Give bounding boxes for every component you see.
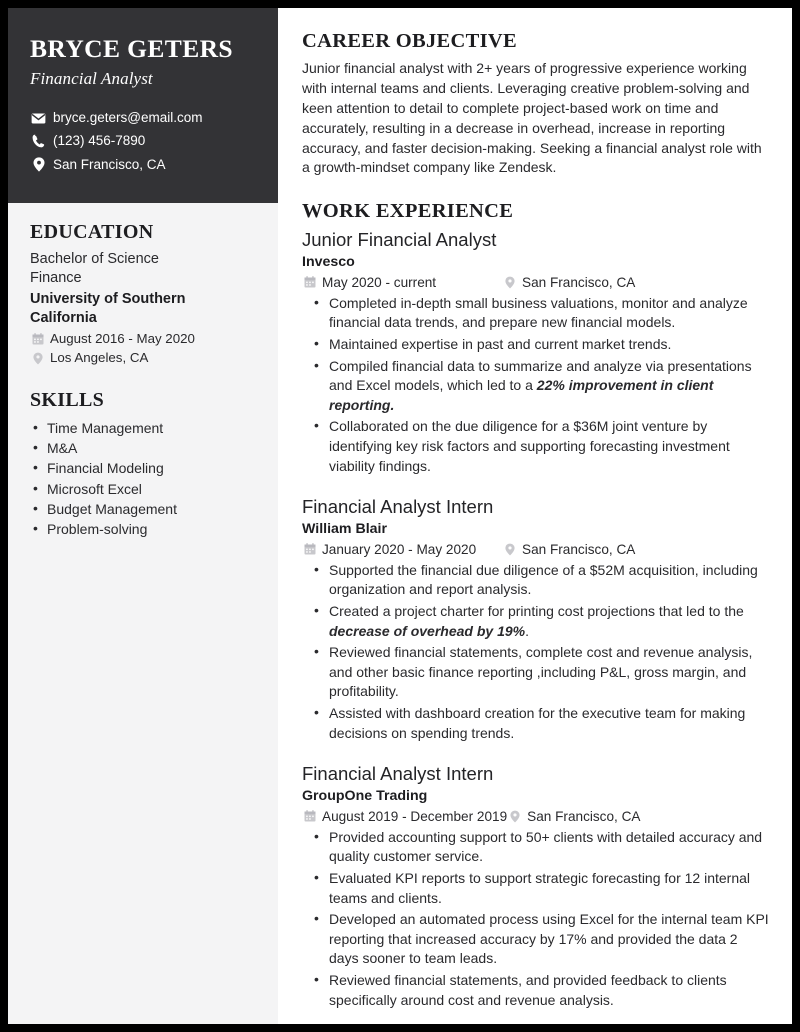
list-item: Microsoft Excel (30, 478, 256, 499)
contact-location-value: San Francisco, CA (53, 156, 166, 172)
job-location: San Francisco, CA (507, 809, 640, 824)
job-entry: Financial Analyst Intern GroupOne Trading… (302, 763, 770, 1010)
career-objective-text: Junior financial analyst with 2+ years o… (302, 60, 762, 176)
education-degree: Bachelor of Science (30, 250, 159, 267)
job-title: Financial Analyst Intern (302, 763, 494, 785)
sidebar-body: EDUCATION Bachelor of Science Finance Un… (8, 203, 278, 540)
job-title: Junior Financial Analyst (302, 229, 497, 251)
list-item: Problem-solving (30, 518, 256, 539)
job-dates-value: May 2020 - current (322, 274, 437, 290)
job-dates-value: January 2020 - May 2020 (322, 541, 477, 557)
job-entry: Financial Analyst Intern William Blair Jan… (302, 496, 770, 743)
contact-phone: (123) 456-7890 (30, 134, 256, 148)
job-meta: May 2020 - current San Francisco, CA (302, 275, 770, 290)
job-location-value: San Francisco, CA (527, 808, 641, 824)
skills-heading: SKILLS (30, 388, 105, 411)
job-bullet: Reviewed financial statements, and provi… (302, 970, 770, 1010)
job-location: San Francisco, CA (502, 275, 635, 290)
map-pin-icon (502, 543, 517, 556)
job-bullet: Supported the financial due diligence of… (302, 560, 770, 600)
contact-location: San Francisco, CA (30, 157, 256, 172)
list-item: Time Management (30, 417, 256, 438)
job-bullet: Reviewed financial statements, complete … (302, 642, 770, 702)
job-company: GroupOne Trading (302, 788, 428, 805)
job-bullets: Supported the financial due diligence of… (302, 560, 770, 743)
contact-list: bryce.geters@email.com (123) 456-7890 Sa… (30, 111, 256, 172)
job-company: Invesco (302, 254, 355, 271)
sidebar-header: BRYCE GETERS Financial Analyst bryce.get… (8, 8, 278, 203)
resume-page: BRYCE GETERS Financial Analyst bryce.get… (8, 8, 792, 1024)
job-location-value: San Francisco, CA (522, 274, 636, 290)
job-company: William Blair (302, 521, 388, 538)
sidebar: BRYCE GETERS Financial Analyst bryce.get… (8, 8, 278, 1024)
map-pin-icon (30, 352, 45, 365)
job-bullets: Provided accounting support to 50+ clien… (302, 827, 770, 1010)
map-pin-icon (30, 157, 47, 172)
skills-section: SKILLS Time Management M&A Financial Mod… (30, 389, 256, 540)
job-meta: January 2020 - May 2020 San Francisco, CA (302, 542, 770, 557)
job-location-value: San Francisco, CA (522, 541, 636, 557)
job-entry: Junior Financial Analyst Invesco May 2020 … (302, 229, 770, 476)
main-column: CAREER OBJECTIVE Junior financial analys… (278, 8, 792, 1024)
job-title: Financial Analyst Intern (302, 496, 494, 518)
candidate-name: BRYCE GETERS (30, 34, 233, 63)
work-experience-heading: WORK EXPERIENCE (302, 200, 514, 223)
education-location: Los Angeles, CA (30, 350, 256, 367)
list-item: Financial Modeling (30, 457, 256, 478)
job-bullet: Compiled financial data to summarize and… (302, 356, 770, 416)
education-school: University of Southern California (30, 290, 186, 326)
job-dates: August 2019 - December 2019 (302, 809, 507, 824)
job-bullet: Assisted with dashboard creation for the… (302, 703, 770, 743)
education-field: Finance (30, 270, 82, 287)
job-bullet: Collaborated on the due diligence for a … (302, 416, 770, 476)
job-bullet: Developed an automated process using Exc… (302, 909, 770, 969)
list-item: M&A (30, 437, 256, 458)
job-dates: January 2020 - May 2020 (302, 542, 502, 557)
career-objective-section: CAREER OBJECTIVE Junior financial analys… (302, 30, 770, 178)
job-dates-value: August 2019 - December 2019 (322, 808, 508, 824)
map-pin-icon (507, 810, 522, 823)
calendar-icon (302, 276, 317, 288)
job-location: San Francisco, CA (502, 542, 635, 557)
contact-email-value: bryce.geters@email.com (53, 110, 203, 126)
career-objective-heading: CAREER OBJECTIVE (302, 30, 517, 52)
calendar-icon (302, 810, 317, 822)
calendar-icon (302, 543, 317, 555)
education-location-value: Los Angeles, CA (50, 350, 149, 366)
work-experience-section: WORK EXPERIENCE Junior Financial Analyst… (302, 200, 770, 1010)
job-meta: August 2019 - December 2019 San Francisco… (302, 809, 770, 824)
education-heading: EDUCATION (30, 220, 154, 243)
map-pin-icon (502, 276, 517, 289)
job-bullets: Completed in-depth small business valuat… (302, 293, 770, 476)
job-list: Junior Financial Analyst Invesco May 2020 … (302, 229, 770, 1010)
education-dates: August 2016 - May 2020 (30, 331, 256, 348)
job-bullet: Created a project charter for printing c… (302, 601, 770, 641)
list-item: Budget Management (30, 498, 256, 519)
skills-list: Time Management M&A Financial Modeling M… (30, 417, 256, 540)
job-bullet: Evaluated KPI reports to support strateg… (302, 868, 770, 908)
education-section: EDUCATION Bachelor of Science Finance Un… (30, 221, 256, 367)
envelope-icon (30, 113, 47, 124)
job-dates: May 2020 - current (302, 275, 502, 290)
contact-phone-value: (123) 456-7890 (53, 133, 146, 149)
job-bullet: Maintained expertise in past and current… (302, 334, 770, 355)
candidate-title: Financial Analyst (30, 69, 153, 89)
education-dates-value: August 2016 - May 2020 (50, 330, 195, 346)
job-bullet: Completed in-depth small business valuat… (302, 293, 770, 333)
job-bullet: Provided accounting support to 50+ clien… (302, 827, 770, 867)
contact-email: bryce.geters@email.com (30, 111, 256, 125)
phone-icon (30, 134, 47, 148)
calendar-icon (30, 333, 45, 345)
